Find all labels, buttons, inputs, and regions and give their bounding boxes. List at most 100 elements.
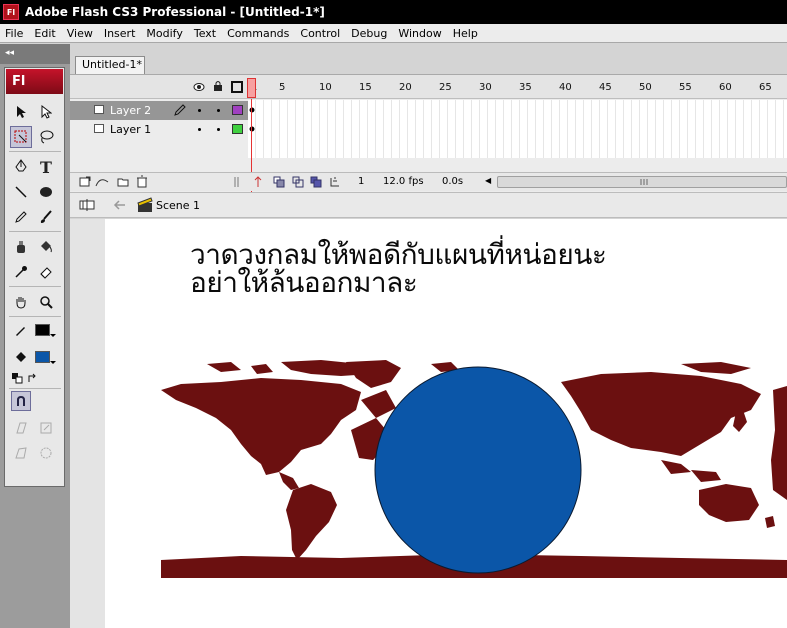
brush-tool-icon[interactable] <box>35 206 57 228</box>
title-bar: Fl Adobe Flash CS3 Professional - [Untit… <box>0 0 787 24</box>
world-map-graphic[interactable] <box>161 360 787 578</box>
stroke-color-swatch[interactable] <box>35 324 50 336</box>
menu-debug[interactable]: Debug <box>346 24 393 43</box>
tools-panel: Fl T <box>4 67 65 487</box>
menu-file[interactable]: File <box>0 24 29 43</box>
layer-outline-color[interactable] <box>232 105 243 115</box>
frame-number: 40 <box>559 82 572 93</box>
insert-layer-icon[interactable] <box>79 176 91 188</box>
ink-bottle-tool-icon[interactable] <box>10 236 32 258</box>
add-motion-guide-icon[interactable] <box>95 176 109 188</box>
modify-onion-markers-icon[interactable] <box>329 176 341 188</box>
stage-instruction-text[interactable]: วาดวงกลมให้พอดีกับแผนที่หน่อยนะ อย่าให้ล… <box>190 241 607 297</box>
layer-name: Layer 1 <box>110 123 152 136</box>
insert-folder-icon[interactable] <box>117 176 129 188</box>
lasso-tool-icon[interactable] <box>35 126 57 148</box>
timeline-horizontal-scrollbar[interactable] <box>497 176 787 188</box>
frame-number: 20 <box>399 82 412 93</box>
show-hide-eye-icon[interactable] <box>193 82 205 92</box>
drawn-circle-shape[interactable] <box>374 366 582 574</box>
pencil-tool-icon[interactable] <box>10 206 32 228</box>
frame-number: 60 <box>719 82 732 93</box>
edit-multiple-frames-icon[interactable] <box>310 176 322 188</box>
layer-row-layer-2[interactable]: Layer 2 <box>70 101 248 120</box>
menu-commands[interactable]: Commands <box>222 24 295 43</box>
tool-divider <box>9 388 61 389</box>
menu-help[interactable]: Help <box>448 24 484 43</box>
rotate-skew-icon[interactable] <box>10 417 32 439</box>
envelope-icon[interactable] <box>35 442 57 464</box>
layer-row-layer-1[interactable]: Layer 1 <box>70 120 248 139</box>
menu-modify[interactable]: Modify <box>141 24 188 43</box>
edit-pencil-icon <box>174 104 186 116</box>
hand-tool-icon[interactable] <box>10 291 32 313</box>
distort-icon[interactable] <box>10 442 32 464</box>
lock-dot[interactable] <box>217 128 220 131</box>
document-tab[interactable]: Untitled-1* <box>75 56 145 74</box>
menu-text[interactable]: Text <box>189 24 222 43</box>
menu-view[interactable]: View <box>62 24 99 43</box>
onion-skin-outlines-icon[interactable] <box>292 176 304 188</box>
frame-number: 30 <box>479 82 492 93</box>
delete-layer-trash-icon[interactable] <box>136 175 148 188</box>
lock-dot[interactable] <box>217 109 220 112</box>
frame-number: 35 <box>519 82 532 93</box>
selection-tool-icon[interactable] <box>10 101 32 123</box>
scale-icon[interactable] <box>35 417 57 439</box>
menu-edit[interactable]: Edit <box>29 24 61 43</box>
panel-resize-handle[interactable] <box>234 176 240 188</box>
visibility-dot[interactable] <box>198 109 201 112</box>
stroke-color-pencil-icon <box>10 319 32 341</box>
eyedropper-tool-icon[interactable] <box>10 261 32 283</box>
zoom-tool-icon[interactable] <box>35 291 57 313</box>
onion-skin-icon[interactable] <box>273 176 285 188</box>
back-arrow-icon[interactable] <box>112 199 126 211</box>
subselection-tool-icon[interactable] <box>35 101 57 123</box>
frame-number: 65 <box>759 82 772 93</box>
window-title: Adobe Flash CS3 Professional - [Untitled… <box>25 5 325 19</box>
center-frame-icon[interactable] <box>254 176 262 188</box>
frame-number: 55 <box>679 82 692 93</box>
scene-clapperboard-icon <box>137 197 153 212</box>
frame-number: 5 <box>279 82 286 93</box>
menu-control[interactable]: Control <box>295 24 346 43</box>
outline-toggle-icon[interactable] <box>231 81 243 93</box>
line-tool-icon[interactable] <box>10 181 32 203</box>
pen-tool-icon[interactable] <box>10 156 32 178</box>
free-transform-tool-icon[interactable] <box>10 126 32 148</box>
scene-breadcrumb[interactable]: Scene 1 <box>156 199 200 212</box>
oval-tool-icon[interactable] <box>35 181 57 203</box>
tool-divider <box>9 286 61 287</box>
layer-page-icon <box>94 105 104 114</box>
layer-outline-color[interactable] <box>232 124 243 134</box>
timeline-frames-grid[interactable] <box>248 100 787 158</box>
paint-bucket-tool-icon[interactable] <box>35 236 57 258</box>
fill-color-dropdown-icon[interactable] <box>50 361 56 364</box>
text-tool-icon[interactable]: T <box>35 156 57 178</box>
timeline-footer: 1 12.0 fps 0.0s ◀ <box>70 172 787 191</box>
menu-insert[interactable]: Insert <box>99 24 142 43</box>
frame-number: 50 <box>639 82 652 93</box>
tool-divider <box>9 316 61 317</box>
elapsed-time-readout: 0.0s <box>442 176 464 187</box>
frame-rate-readout[interactable]: 12.0 fps <box>383 176 424 187</box>
tool-divider <box>9 151 61 152</box>
flash-app-icon[interactable]: Fl <box>3 4 19 20</box>
lock-icon[interactable] <box>213 80 223 92</box>
flash-logo: Fl <box>6 69 63 94</box>
swap-colors-icon[interactable] <box>25 370 41 386</box>
fill-color-swatch[interactable] <box>35 351 50 363</box>
menu-window[interactable]: Window <box>393 24 447 43</box>
stroke-color-dropdown-icon[interactable] <box>50 334 56 337</box>
snap-to-objects-magnet-icon[interactable] <box>11 391 31 411</box>
document-tab-bar: Untitled-1* <box>70 44 787 74</box>
timeline-toggle-icon[interactable] <box>79 198 95 212</box>
layer-page-icon <box>94 124 104 133</box>
visibility-dot[interactable] <box>198 128 201 131</box>
playhead[interactable] <box>247 78 256 98</box>
default-colors-icon[interactable] <box>9 370 25 386</box>
eraser-tool-icon[interactable] <box>35 261 57 283</box>
tools-collapse-toggle[interactable]: ◂◂ <box>0 44 70 64</box>
scroll-left-arrow-icon[interactable]: ◀ <box>485 176 491 185</box>
fill-color-bucket-icon <box>10 347 32 369</box>
